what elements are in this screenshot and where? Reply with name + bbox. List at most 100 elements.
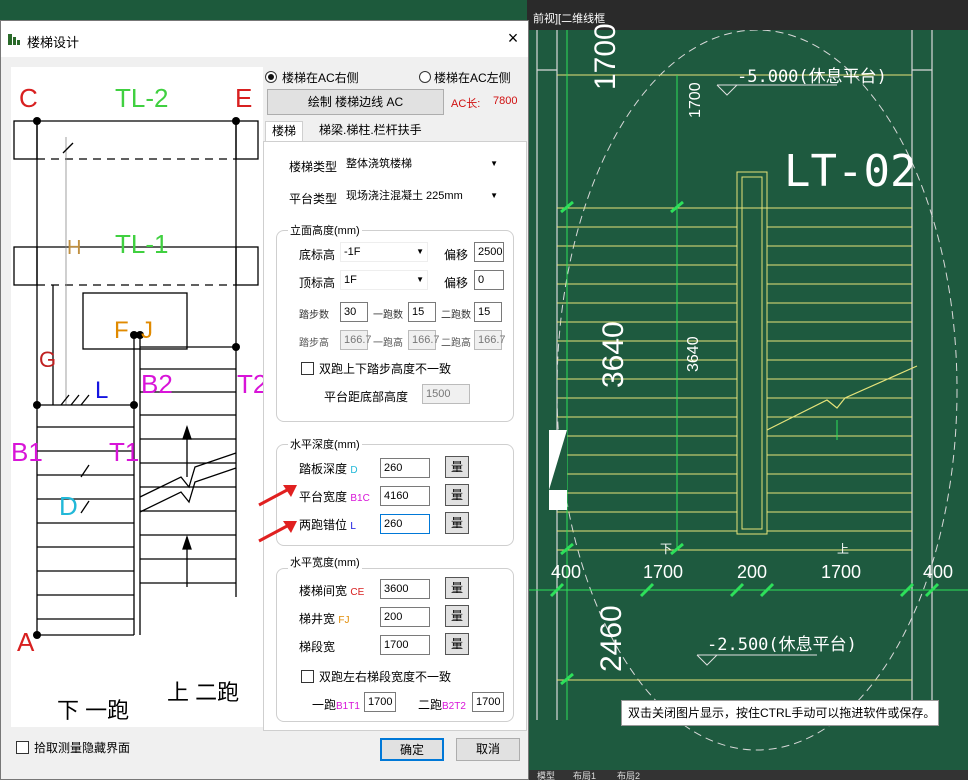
step-height-label: 踏步高 [299,338,329,349]
preview-label-d: D [59,491,78,521]
draw-ac-button[interactable]: 绘制 楼梯边线 AC [267,89,444,115]
elevation-group-title: 立面高度(mm) [288,222,362,238]
cad-top-platform: -5.000(休息平台) [737,67,887,87]
tab-beam-column-railing[interactable]: 梯梁.梯柱.栏杆扶手 [313,121,428,141]
cad-up-label: 上 [837,542,850,556]
radio-stair-left-label[interactable]: 楼梯在AC左侧 [434,69,511,86]
run1-width-input[interactable]: 1700 [364,692,396,712]
run2-width-input[interactable]: 1700 [472,692,504,712]
run1-width-label: 一跑B1T1 [312,696,360,713]
cad-dim-1700-right: 1700 [821,562,862,582]
cad-dim-400-left: 400 [551,562,582,582]
top-offset-input[interactable]: 0 [474,270,504,290]
uneven-step-height-checkbox[interactable] [301,362,314,375]
run-offset-key: L [350,521,356,532]
preview-label-b2: B2 [141,369,173,399]
platform-bottom-label: 平台距底部高度 [324,390,409,404]
width-group-title: 水平宽度(mm) [288,554,362,570]
dialog-titlebar[interactable]: 楼梯设计 × [1,21,528,57]
ac-length-label: AC长: [451,98,481,110]
preview-label-h: H [67,237,82,259]
top-elev-label: 顶标高 [299,276,336,290]
stair-type-select[interactable]: 整体浇筑楼梯 ▼ [342,154,502,174]
stair-width-input[interactable]: 3600 [380,579,430,599]
measure-tread-button[interactable]: 量 [445,456,469,478]
cad-down-label: 下 [660,542,673,556]
uneven-step-height-label[interactable]: 双跑上下踏步高度不一致 [319,360,451,377]
well-width-key: FJ [338,615,350,626]
ac-length-value: 7800 [493,95,518,107]
measure-offset-button[interactable]: 量 [445,512,469,534]
measure-platform-button[interactable]: 量 [445,484,469,506]
run-offset-input[interactable]: 260 [380,514,430,534]
chevron-down-icon: ▼ [416,247,424,256]
uneven-run-width-checkbox[interactable] [301,670,314,683]
cad-tab-layout1[interactable]: 布局1 [573,769,596,780]
uneven-run-width-label[interactable]: 双跑左右梯段宽度不一致 [319,668,451,685]
stair-type-value: 整体浇筑楼梯 [346,158,412,170]
well-width-input[interactable]: 200 [380,607,430,627]
cancel-button[interactable]: 取消 [456,738,520,761]
run1-height-input: 166.7 [408,330,440,350]
hide-on-measure-checkbox[interactable] [16,741,29,754]
well-width-label: 梯井宽 FJ [299,610,349,627]
run1-count-label: 一跑数 [373,310,403,321]
stair-type-label: 楼梯类型 [289,160,338,174]
stair-design-dialog: 楼梯设计 × C E TL-2 TL-1 H G F J L B2 T2 B1 … [0,20,529,780]
cad-tab-model[interactable]: 模型 [537,769,555,780]
chevron-down-icon: ▼ [490,159,498,168]
platform-width-input[interactable]: 4160 [380,486,430,506]
ok-button[interactable]: 确定 [380,738,444,761]
top-elev-value: 1F [344,274,357,286]
tab-stair[interactable]: 楼梯 [265,121,304,142]
radio-stair-right[interactable] [265,71,277,83]
hide-on-measure-label[interactable]: 拾取测量隐藏界面 [34,739,130,756]
measure-stair-width-button[interactable]: 量 [445,577,469,599]
preview-label-tl1: TL-1 [115,229,169,259]
preview-label-b1: B1 [11,437,43,467]
close-icon[interactable]: × [498,21,528,57]
run1-width-key: B1T1 [336,701,360,712]
top-offset-label: 偏移 [444,276,469,290]
top-elev-select[interactable]: 1F ▼ [340,270,428,290]
tread-depth-key: D [350,465,358,476]
run1-count-input[interactable]: 15 [408,302,436,322]
cad-tab-layout2[interactable]: 布局2 [617,769,640,780]
cad-dim-2460: 2460 [595,605,628,672]
stair-width-key: CE [350,587,365,598]
preview-label-t1: T1 [109,437,140,467]
tread-depth-input[interactable]: 260 [380,458,430,478]
platform-width-key: B1C [350,493,370,504]
preview-label-t2: T2 [237,369,263,399]
steps-input[interactable]: 30 [340,302,368,322]
chevron-down-icon: ▼ [416,275,424,284]
measure-well-button[interactable]: 量 [445,605,469,627]
cad-viewport[interactable]: 前视][二维线框 LT-02 -5.000(休息平台) -2.500(休息平台)… [527,0,968,780]
segment-width-input[interactable]: 1700 [380,635,430,655]
preview-bottom-left: 下 一跑 [57,698,130,723]
preview-label-c: C [19,83,38,113]
chevron-down-icon: ▼ [490,191,498,200]
dialog-title: 楼梯设计 [27,35,80,50]
radio-stair-left[interactable] [419,71,431,83]
preview-label-tl2: TL-2 [115,83,169,113]
run1-width-text: 一跑 [312,698,337,712]
preview-label-j: J [141,317,153,344]
bottom-offset-input[interactable]: 2500 [474,242,504,262]
platform-type-value: 现场浇注混凝土 225mm [346,190,463,202]
bottom-elev-select[interactable]: -1F ▼ [340,242,428,262]
cad-drawing [527,30,968,751]
radio-stair-right-label[interactable]: 楼梯在AC右侧 [282,69,359,86]
stair-width-label: 楼梯间宽 CE [299,582,364,599]
bottom-elev-label: 底标高 [299,248,336,262]
stair-app-icon [8,34,20,45]
preview-label-e: E [235,83,253,113]
platform-type-select[interactable]: 现场浇注混凝土 225mm ▼ [342,186,502,206]
cad-title: LT-02 [784,146,917,197]
annotation-arrows [258,485,297,543]
preview-label-a: A [17,627,35,657]
measure-segment-button[interactable]: 量 [445,633,469,655]
run2-count-input[interactable]: 15 [474,302,502,322]
platform-bottom-input: 1500 [422,384,470,404]
run2-width-text: 二跑 [418,698,443,712]
